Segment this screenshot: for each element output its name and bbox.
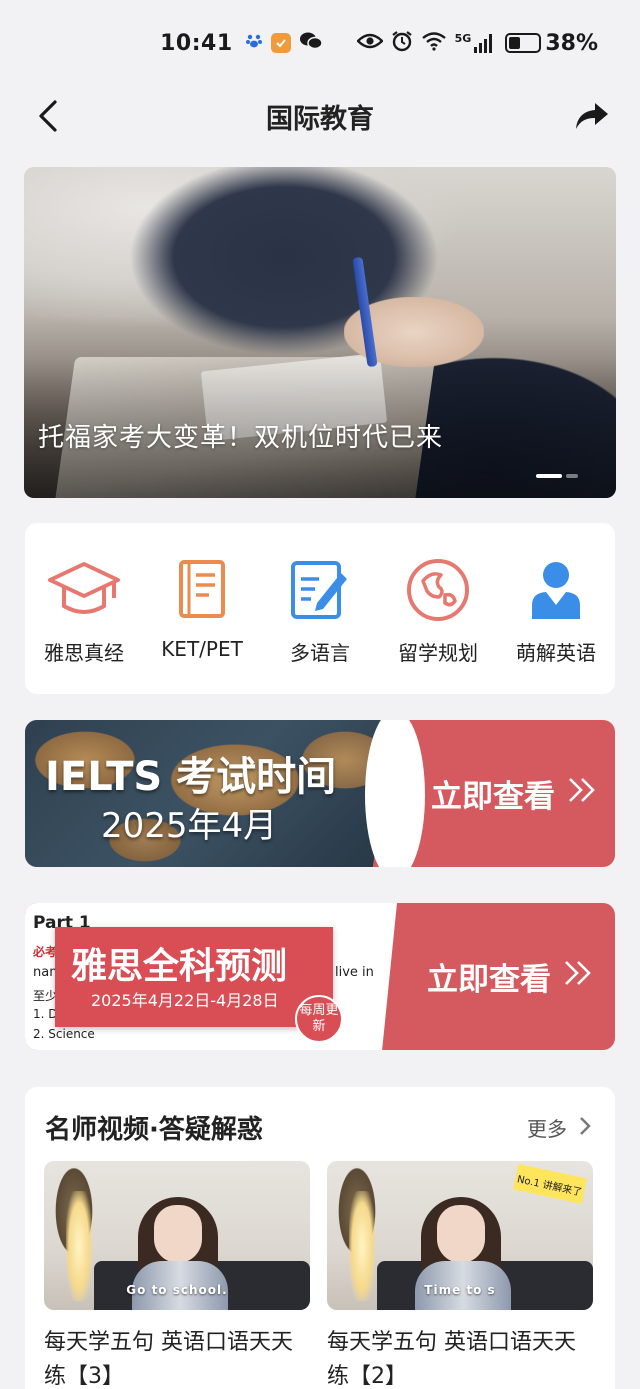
battery-icon [505,33,542,53]
hero-banner[interactable]: 托福家考大变革！双机位时代已来 [24,167,616,498]
alarm-icon [391,30,413,57]
category-ket-pet[interactable]: KET/PET [146,557,258,661]
status-time: 10:41 [160,30,233,56]
carousel-dot-active[interactable] [536,474,562,478]
thumbnail-caption: Time to s [424,1283,496,1297]
video-title: 每天学五句 英语口语天天练【2】 [327,1330,576,1389]
category-label: KET/PET [161,637,243,661]
network-type-label: 5G [454,32,472,45]
carousel-dot[interactable] [566,474,578,478]
cta-label: 立即查看 [431,779,555,815]
battery-percent: 38% [545,30,598,56]
shield-app-icon [270,33,291,53]
more-label: 更多 [527,1117,567,1141]
share-icon [576,103,608,129]
category-label: 多语言 [290,641,350,665]
category-multilanguage[interactable]: 多语言 [264,557,376,666]
wifi-icon [421,31,447,56]
status-bar: 10:41 5G 38% [0,0,640,86]
page-title: 国际教育 [266,103,374,135]
banner-dates: 2025年4月22日-4月28日 [91,991,279,1010]
video-thumbnail[interactable]: No.1 讲解来了 Time to s [327,1161,593,1310]
book-icon [166,557,238,623]
more-link[interactable]: 更多 [527,1113,591,1142]
banner-title: IELTS 考试时间 [45,754,337,800]
ielts-forecast-banner[interactable]: Part 1 必考 nam live in 至少 1. D 2. Science… [25,903,615,1050]
back-button[interactable] [26,94,70,138]
section-title: 名师视频·答疑解惑 [45,1115,263,1145]
weekly-update-badge: 每周更新 [295,995,343,1043]
ielts-exam-time-banner[interactable]: IELTS 考试时间 2025年4月 立即查看 [25,720,615,867]
double-chevron-right-icon [567,776,597,812]
thumbnail-caption: Go to school. [126,1283,228,1297]
category-grid: 雅思真经 KET/PET 多语言 留学规划 萌解英语 [25,523,615,694]
category-label: 留学规划 [398,641,478,665]
forecast-label: 雅思全科预测 2025年4月22日-4月28日 [55,927,333,1027]
chevron-left-icon [39,100,57,132]
category-study-abroad[interactable]: 留学规划 [382,557,494,666]
video-title: 每天学五句 英语口语天天练【3】 [44,1330,293,1389]
view-now-button[interactable]: 立即查看 [431,720,597,867]
person-icon [520,557,592,623]
video-item[interactable]: Go to school. 每天学五句 英语口语天天练【3】 [44,1161,310,1389]
edit-document-icon [284,557,356,623]
eye-icon [355,32,384,55]
teacher-videos-section: 名师视频·答疑解惑 更多 Go to school. 每天学五句 英语口语天天练… [25,1087,615,1389]
battery-indicator: 38% [505,31,598,56]
graduation-cap-icon [48,557,120,623]
cellular-signal-icon: 5G [455,33,496,53]
category-ielts-exams[interactable]: 雅思真经 [28,557,140,666]
banner-subtitle: 2025年4月 [101,806,278,846]
chevron-right-icon [579,1114,591,1142]
category-label: 雅思真经 [44,641,124,665]
view-now-button[interactable]: 立即查看 [427,903,593,1050]
nav-bar: 国际教育 [0,86,640,146]
hero-caption: 托福家考大变革！双机位时代已来 [38,423,444,453]
share-button[interactable] [570,94,614,138]
video-item[interactable]: No.1 讲解来了 Time to s 每天学五句 英语口语天天练【2】 [327,1161,593,1389]
banner-title: 雅思全科预测 [71,946,288,987]
thumbnail-sticker: No.1 讲解来了 [513,1164,587,1204]
category-english-explained[interactable]: 萌解英语 [500,557,612,666]
video-thumbnail[interactable]: Go to school. [44,1161,310,1310]
globe-icon [402,557,474,623]
category-label: 萌解英语 [516,641,596,665]
cta-label: 立即查看 [427,962,551,998]
wechat-icon [299,31,323,56]
double-chevron-right-icon [563,959,593,995]
paw-app-icon [245,32,263,55]
carousel-indicator [536,474,578,478]
